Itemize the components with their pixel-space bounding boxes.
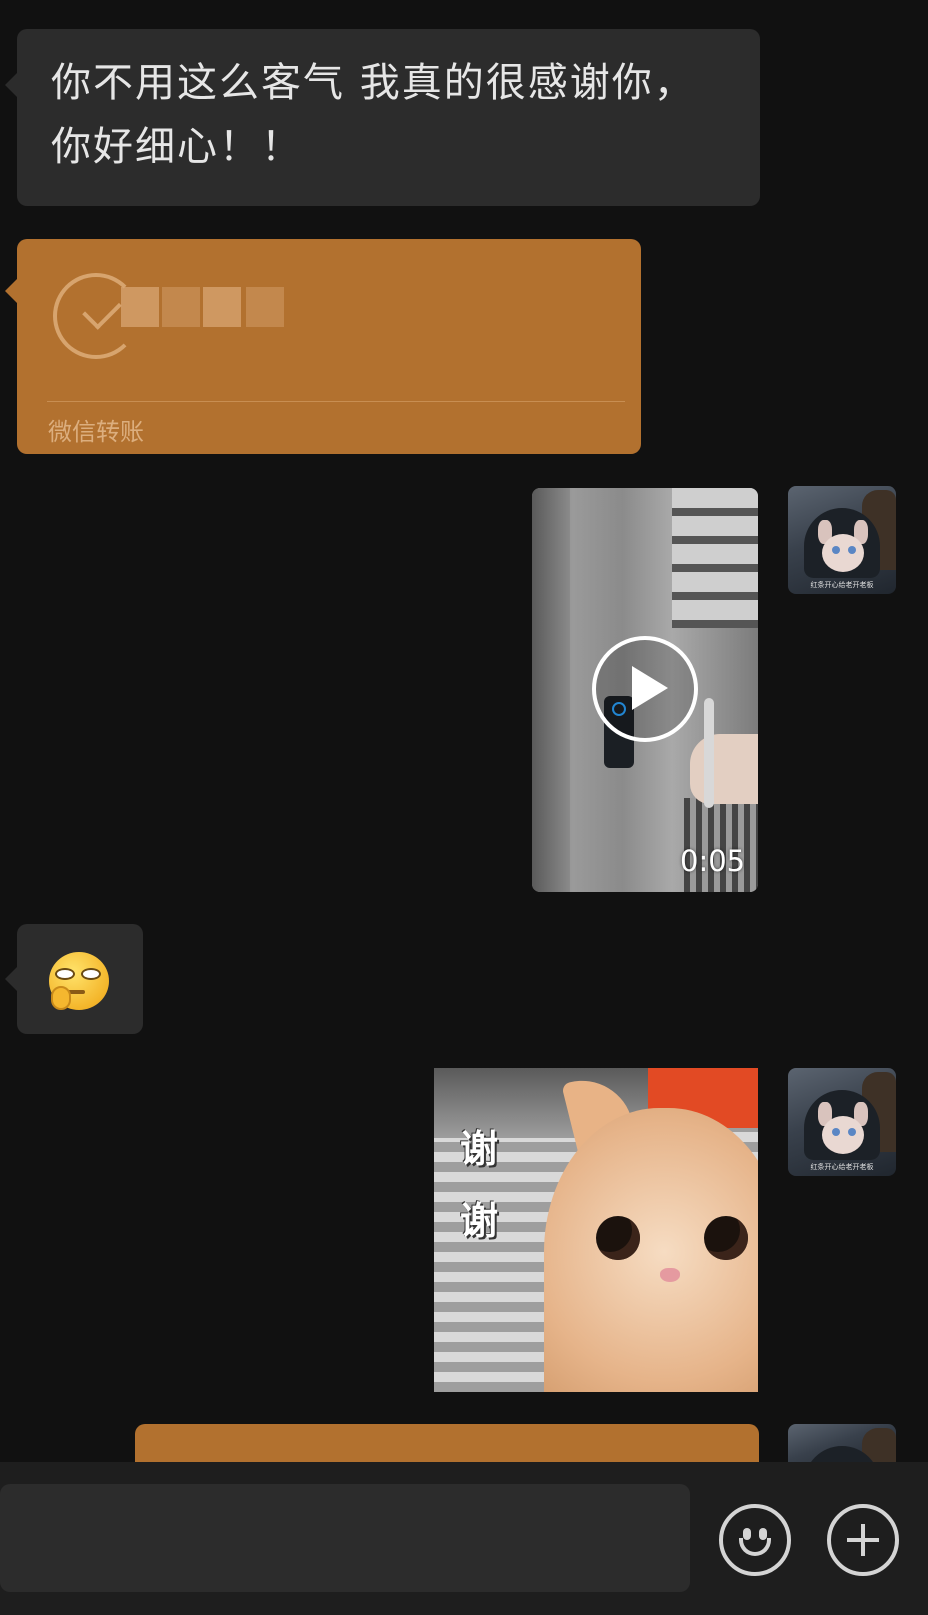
- incoming-text-bubble[interactable]: 你不用这么客气 我真的很感谢你，你好细心！！: [5, 29, 760, 206]
- smile-mouth: [739, 1538, 771, 1556]
- avatar[interactable]: 红条开心给老开老板: [788, 1068, 896, 1176]
- avatar-art: [822, 534, 864, 572]
- avatar-art: [822, 1116, 864, 1154]
- blurred-amount: [162, 287, 200, 327]
- smile-icon[interactable]: [719, 1504, 791, 1576]
- emoji-hand: [51, 986, 71, 1010]
- bubble-tail: [5, 73, 17, 97]
- transfer-label: 微信转账: [48, 418, 144, 446]
- avatar-caption: 红条开心给老开老板: [810, 581, 874, 589]
- video-duration: 0:05: [680, 844, 746, 878]
- cat-sticker[interactable]: 谢 谢: [434, 1068, 758, 1392]
- video-frame-art: [690, 734, 758, 804]
- blurred-amount: [246, 287, 284, 327]
- sticker-art: [660, 1268, 680, 1282]
- wechat-transfer-card-partial[interactable]: [135, 1424, 759, 1464]
- avatar[interactable]: [788, 1424, 896, 1464]
- blurred-amount: [203, 287, 241, 327]
- wechat-transfer-card[interactable]: 微信转账: [5, 239, 641, 454]
- play-triangle: [632, 666, 668, 710]
- thinking-emoji-icon: [49, 952, 109, 1010]
- incoming-emoji-bubble[interactable]: [5, 924, 143, 1034]
- avatar-art: [848, 1128, 856, 1136]
- avatar-caption: 红条开心给老开老板: [810, 1163, 874, 1171]
- video-frame-art: [672, 488, 758, 628]
- sticker-caption: 谢: [460, 1199, 499, 1243]
- avatar[interactable]: 红条开心给老开老板: [788, 486, 896, 594]
- checkmark-icon: [82, 290, 122, 330]
- video-frame-art: [532, 488, 570, 892]
- plus-icon[interactable]: [827, 1504, 899, 1576]
- avatar-art: [848, 546, 856, 554]
- bubble-tail: [5, 279, 17, 303]
- blurred-amount: [121, 287, 159, 327]
- sticker-art: [596, 1216, 640, 1260]
- avatar-art: [832, 546, 840, 554]
- message-input[interactable]: [0, 1484, 690, 1592]
- play-icon[interactable]: [592, 636, 698, 742]
- sticker-art: [704, 1216, 748, 1260]
- plus-bar: [861, 1524, 865, 1556]
- transfer-divider: [47, 401, 625, 402]
- sticker-caption: 谢: [460, 1127, 499, 1171]
- avatar-art: [832, 1128, 840, 1136]
- bubble-tail: [5, 967, 17, 991]
- video-message[interactable]: 0:05: [532, 488, 758, 892]
- incoming-text: 你不用这么客气 我真的很感谢你，你好细心！！: [51, 60, 696, 170]
- emoji-eye: [55, 968, 75, 980]
- video-frame-art: [704, 698, 714, 808]
- emoji-eye: [81, 968, 101, 980]
